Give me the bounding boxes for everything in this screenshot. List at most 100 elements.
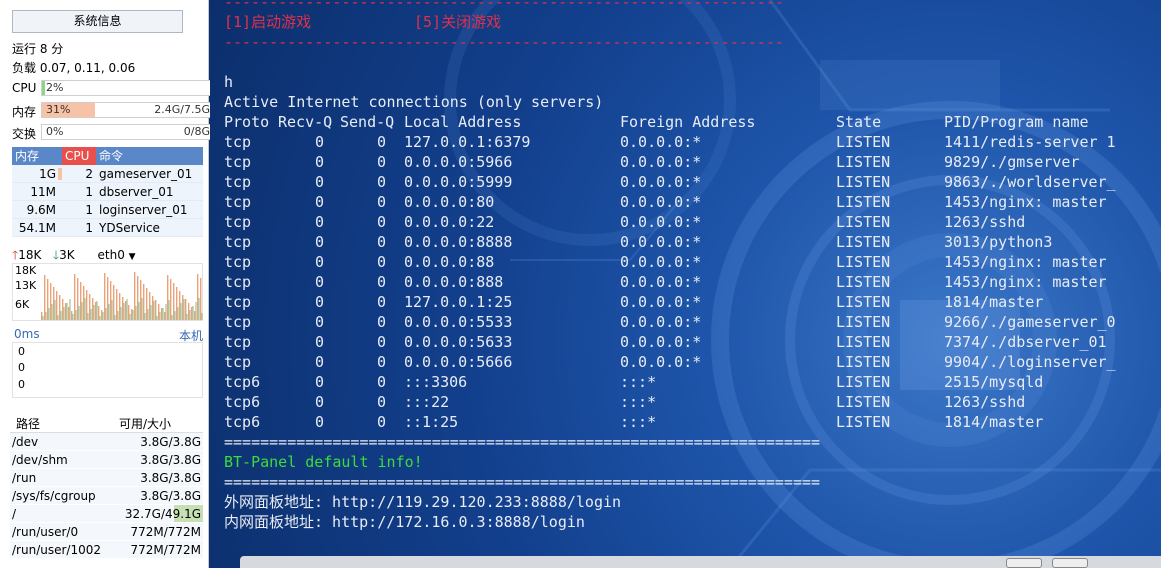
netstat-cell-foreign-address: 0.0.0.0:*: [620, 193, 702, 211]
terminal-window[interactable]: ----------------------------------------…: [210, 0, 1161, 568]
traffic-bar-up: [86, 290, 88, 320]
traffic-bar-up: [77, 278, 79, 320]
traffic-bar-up: [149, 292, 151, 320]
traffic-bar-down: [66, 303, 68, 320]
sort-by-cpu-header[interactable]: CPU: [62, 147, 96, 165]
disk-row[interactable]: /sys/fs/cgroup 3.8G/3.8G: [10, 487, 203, 505]
traffic-bar-down: [69, 299, 71, 320]
separator-line: ========================================…: [224, 473, 821, 491]
traffic-bar-down: [150, 305, 152, 320]
command-input-bar[interactable]: [240, 556, 1161, 568]
traffic-bar-up: [167, 275, 169, 320]
disk-size: 32.7G/49.1G: [124, 507, 201, 521]
disk-row[interactable]: /dev 3.8G/3.8G: [10, 433, 203, 451]
netstat-cell-send-q: 0: [377, 413, 387, 431]
netstat-cell-proto: tcp: [224, 273, 252, 291]
cpu-label: CPU: [12, 81, 37, 95]
netstat-cell-state: LISTEN: [836, 233, 891, 251]
traffic-bar-down: [87, 313, 89, 320]
interface-select[interactable]: eth0 ▼: [98, 248, 136, 262]
toolbar-button[interactable]: [1006, 558, 1042, 568]
traffic-bars: [41, 272, 203, 320]
traffic-bar-down: [90, 309, 92, 320]
traffic-bar-up: [89, 294, 91, 320]
traffic-bar-down: [171, 315, 173, 320]
process-row[interactable]: 1G 2 gameserver_01: [12, 165, 203, 183]
traffic-bar-down: [60, 311, 62, 320]
netstat-cell-recv-q: 0: [315, 133, 325, 151]
netstat-col-send-q: Send-Q: [340, 113, 395, 131]
disk-row[interactable]: / 32.7G/49.1G: [10, 505, 203, 523]
chevron-down-icon: ▼: [128, 252, 136, 262]
traffic-bar-up: [71, 311, 73, 320]
netstat-cell-program: 1453/nginx: master: [944, 273, 1107, 291]
toolbar-button[interactable]: [1052, 558, 1088, 568]
traffic-bar-down: [72, 314, 74, 320]
netstat-cell-program: 7374/./dbserver_01: [944, 333, 1107, 351]
traffic-bar-down: [108, 304, 110, 320]
traffic-bar-up: [116, 289, 118, 320]
disk-row[interactable]: /run/user/1002 772M/772M: [10, 541, 203, 559]
process-table: 内存 CPU 命令 1G 2 gameserver_01 11M 1 dbser…: [12, 147, 203, 237]
netstat-cell-send-q: 0: [377, 273, 387, 291]
process-row[interactable]: 54.1M 1 YDService: [12, 219, 203, 237]
disk-row[interactable]: /run 3.8G/3.8G: [10, 469, 203, 487]
traffic-bar-up: [182, 295, 184, 320]
netstat-cell-send-q: 0: [377, 393, 387, 411]
netstat-cell-foreign-address: 0.0.0.0:*: [620, 133, 702, 151]
traffic-bar-up: [173, 283, 175, 320]
traffic-bar-up: [200, 278, 202, 320]
traffic-bar-down: [42, 316, 44, 320]
disk-size: 3.8G/3.8G: [140, 453, 201, 467]
traffic-bar-down: [120, 307, 122, 320]
traffic-bar-down: [117, 311, 119, 320]
traffic-bar-up: [44, 275, 46, 320]
menu-start-game: [1]启动游戏: [224, 13, 312, 31]
traffic-bar-down: [45, 312, 47, 320]
netstat-cell-local-address: :::3306: [404, 373, 468, 391]
traffic-bar-down: [159, 312, 161, 320]
memory-bar: 31% 2.4G/7.5G: [41, 102, 214, 118]
size-header[interactable]: 可用/大小: [114, 416, 203, 432]
netstat-cell-send-q: 0: [377, 293, 387, 311]
disk-row[interactable]: /dev/shm 3.8G/3.8G: [10, 451, 203, 469]
disk-row[interactable]: /run/user/0 772M/772M: [10, 523, 203, 541]
bt-panel-title: BT-Panel default info!: [224, 453, 423, 471]
netstat-cell-foreign-address: :::*: [620, 393, 657, 411]
disk-path: /dev: [12, 435, 39, 449]
prompt-input-echo: h: [224, 73, 234, 91]
uptime-text: 运行 8 分: [12, 42, 64, 56]
traffic-bar-down: [105, 308, 107, 320]
swap-bar: 0% 0/8G: [41, 124, 214, 140]
traffic-bar-down: [144, 313, 146, 320]
traffic-bar-down: [57, 315, 59, 320]
netstat-col-program: PID/Program name: [944, 113, 1089, 131]
outer-panel-url[interactable]: 外网面板地址: http://119.29.120.233:8888/login: [224, 492, 621, 512]
disk-size: 772M/772M: [130, 543, 201, 557]
system-info-button[interactable]: 系统信息: [12, 10, 183, 33]
netstat-cell-send-q: 0: [377, 333, 387, 351]
process-command: gameserver_01: [99, 167, 193, 181]
traffic-bar-down: [54, 300, 56, 320]
netstat-cell-state: LISTEN: [836, 213, 891, 231]
ping-value: 0: [18, 361, 25, 374]
netstat-cell-foreign-address: 0.0.0.0:*: [620, 253, 702, 271]
traffic-bar-up: [170, 279, 172, 320]
inner-panel-url[interactable]: 内网面板地址: http://172.16.0.3:8888/login: [224, 512, 585, 532]
command-header[interactable]: 命令: [96, 147, 203, 165]
swap-value: 0/8G: [183, 125, 210, 138]
process-table-header: 内存 CPU 命令: [12, 147, 203, 165]
netstat-cell-program: 1263/sshd: [944, 213, 1026, 231]
traffic-bar-up: [107, 277, 109, 320]
process-row[interactable]: 11M 1 dbserver_01: [12, 183, 203, 201]
sort-by-memory-header[interactable]: 内存: [12, 147, 62, 165]
netstat-cell-local-address: 0.0.0.0:22: [404, 213, 495, 231]
traffic-bar-up: [113, 285, 115, 320]
netstat-cell-proto: tcp: [224, 293, 252, 311]
netstat-cell-send-q: 0: [377, 213, 387, 231]
netstat-cell-send-q: 0: [377, 153, 387, 171]
process-row[interactable]: 9.6M 1 loginserver_01: [12, 201, 203, 219]
path-header[interactable]: 路径: [10, 416, 114, 432]
traffic-bar-up: [74, 274, 76, 320]
traffic-bar-down: [99, 316, 101, 320]
